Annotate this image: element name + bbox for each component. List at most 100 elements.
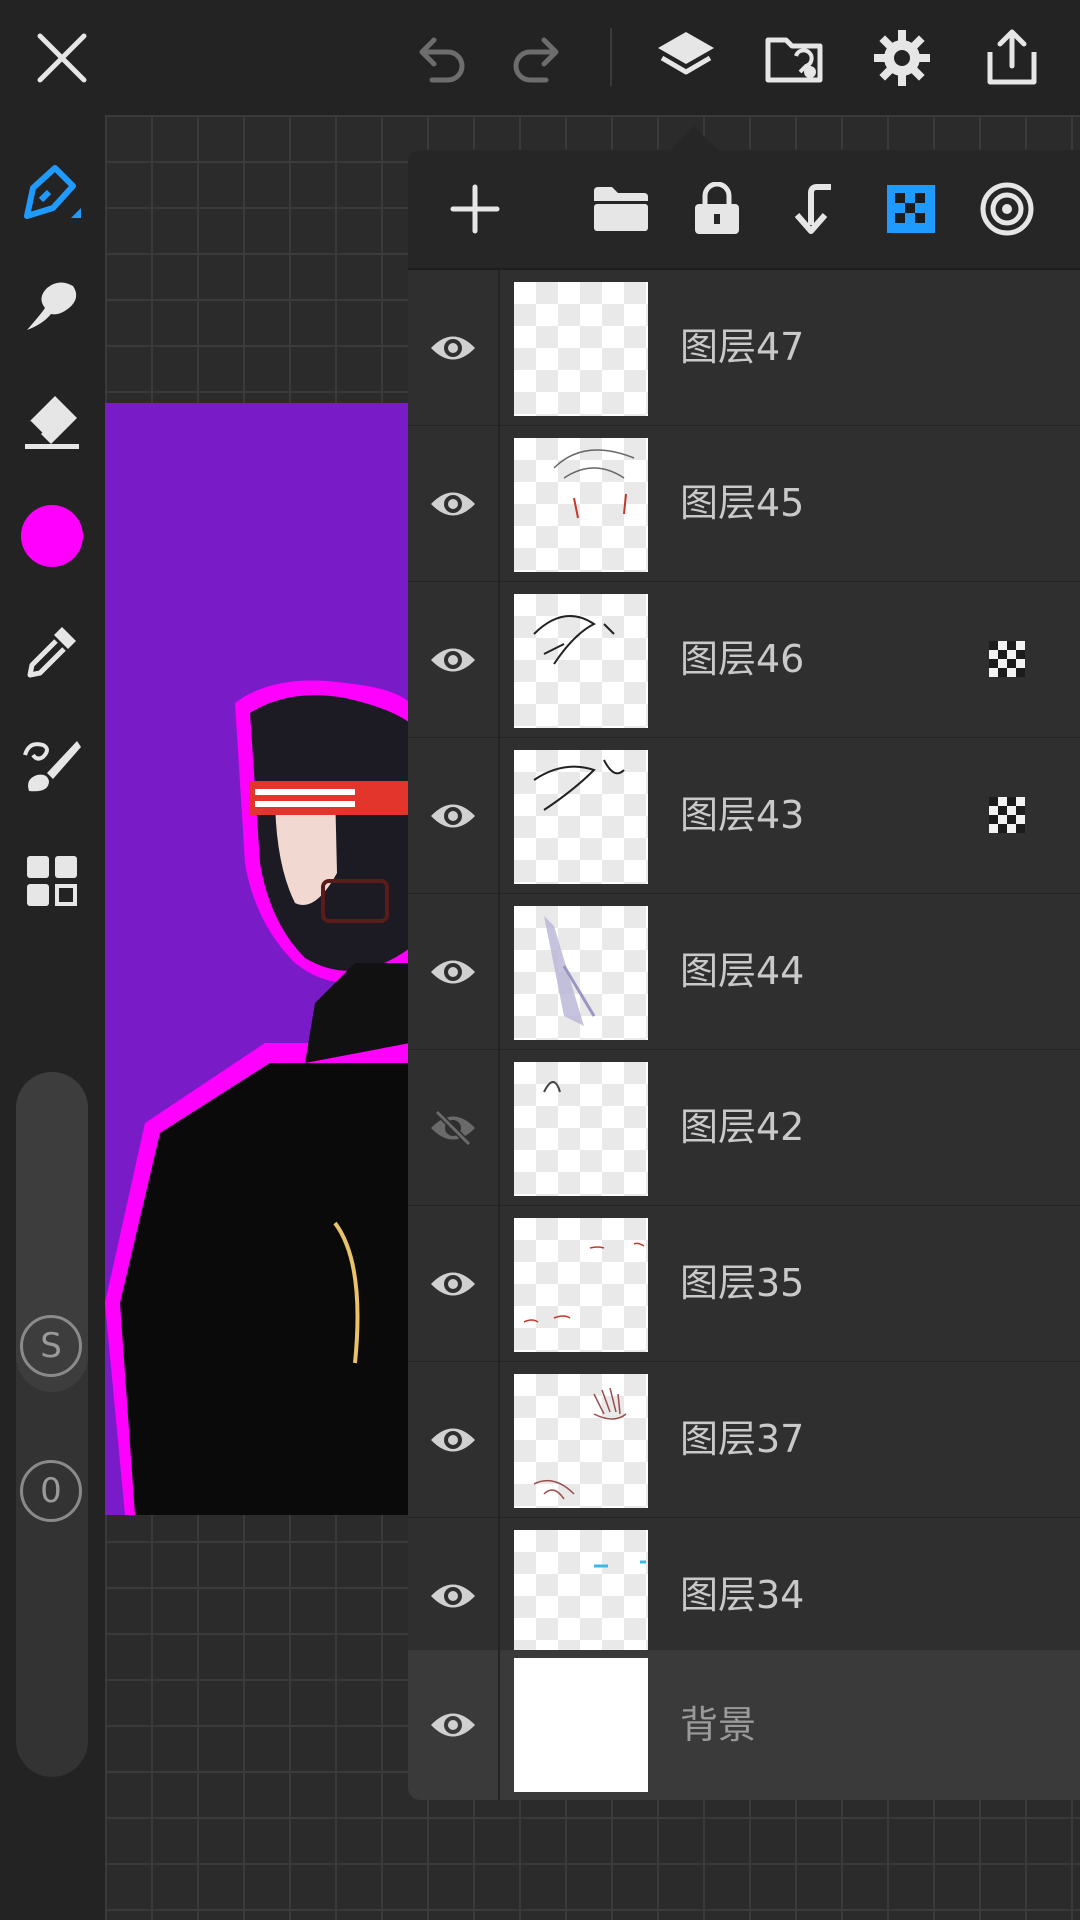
layer-row[interactable]: 图层46 [408,582,1080,739]
top-bar [0,0,1080,115]
visibility-toggle[interactable] [408,1362,500,1517]
new-folder-button[interactable] [584,172,658,246]
layer-name: 图层42 [680,1105,805,1149]
layers-panel: 图层47 图层45 图层46 图层43 图层44 图层42 图层35 图层37 … [408,150,1080,1800]
alpha-lock-badge-icon [989,641,1025,677]
eye-icon [431,648,475,671]
layer-thumbnail [514,1062,648,1196]
eye-hidden-icon [431,1109,475,1146]
brush-settings-tool-button[interactable] [14,728,90,804]
eye-icon [431,492,475,515]
close-icon [37,33,87,83]
layer-thumbnail [514,594,648,728]
settings-button[interactable] [864,20,940,96]
layer-thumbnail [514,282,648,416]
layer-thumbnail [514,438,648,572]
artwork-canvas[interactable] [105,403,410,1515]
undo-button[interactable] [402,20,478,96]
layers-panel-pointer [670,126,718,150]
smudge-tool-button[interactable] [14,267,90,343]
share-icon [987,29,1037,85]
character-artwork [105,680,410,1515]
layer-sketch [544,916,596,1026]
layer-thumbnail [514,1374,648,1508]
close-button[interactable] [24,20,100,96]
lock-icon [695,182,739,234]
layer-sketch [533,615,615,665]
layer-row[interactable]: 图层45 [408,426,1080,583]
eye-icon [431,1272,475,1295]
add-layer-button[interactable] [438,172,512,246]
visibility-toggle[interactable] [408,582,500,737]
alpha-lock-badge-icon [989,797,1025,833]
redo-button[interactable] [500,20,576,96]
toolbar-divider [610,28,612,86]
layer-row[interactable]: 图层35 [408,1206,1080,1363]
gallery-tool-button[interactable] [14,843,90,919]
folder-icon [594,187,648,231]
share-button[interactable] [974,20,1050,96]
layer-sketch [533,759,625,811]
layer-thumbnail [514,906,648,1040]
visibility-toggle[interactable] [408,1206,500,1361]
blend-icon [980,182,1034,236]
color-swatch-button[interactable] [14,498,90,574]
add-layer-icon [450,184,500,234]
visibility-toggle[interactable] [408,270,500,425]
blend-mode-button[interactable] [970,172,1044,246]
layer-name: 图层37 [680,1417,805,1461]
eye-icon [431,1584,475,1607]
transparency-lock-button[interactable] [874,172,948,246]
layer-row[interactable]: 图层47 [408,270,1080,427]
layer-name: 图层44 [680,949,805,993]
layer-name: 图层46 [680,637,805,681]
visibility-toggle[interactable] [408,738,500,893]
brush-size-indicator[interactable]: S [20,1315,82,1377]
transparency-lock-icon [887,185,935,233]
import-icon [765,37,823,83]
eye-icon [431,960,475,983]
lock-layer-button[interactable] [680,172,754,246]
layer-row[interactable]: 图层44 [408,894,1080,1051]
layer-sketch [523,1242,645,1323]
merge-down-button[interactable] [776,172,850,246]
layer-sketch [533,1387,627,1500]
brush-opacity-indicator[interactable]: 0 [20,1460,82,1522]
layer-name: 图层47 [680,325,805,369]
eye-icon [431,336,475,359]
brush-settings-icon [23,741,81,792]
layer-name: 图层43 [680,793,805,837]
layer-thumbnail [514,1218,648,1352]
eraser-tool-button[interactable] [14,383,90,459]
pen-icon [24,165,81,219]
layer-row[interactable]: 图层42 [408,1050,1080,1207]
redo-icon [513,37,559,83]
layer-row-selected[interactable]: 背景 [408,1650,1080,1800]
layer-thumbnail [514,750,648,884]
grid-icon [27,856,77,906]
visibility-toggle[interactable] [408,426,500,581]
layers-panel-toolbar [408,150,1080,270]
undo-icon [419,37,465,83]
visibility-toggle[interactable] [408,1050,500,1205]
layer-sketch [553,449,635,519]
smudge-icon [27,282,77,330]
merge-down-icon [794,184,831,234]
eyedropper-tool-button[interactable] [14,613,90,689]
import-button[interactable] [756,20,832,96]
visibility-toggle[interactable] [408,894,500,1049]
visibility-toggle[interactable] [408,1650,500,1800]
layer-row[interactable]: 图层37 [408,1362,1080,1519]
eraser-icon [25,396,79,449]
layer-row[interactable]: 图层43 [408,738,1080,895]
layer-thumbnail [514,1658,648,1792]
eye-icon [431,1428,475,1451]
layers-icon [658,32,714,75]
layers-button[interactable] [648,20,724,96]
pen-tool-button[interactable] [14,155,90,231]
eyedropper-icon [27,627,76,678]
eye-icon [431,1713,475,1737]
layer-name: 图层35 [680,1261,805,1305]
layer-name: 背景 [680,1703,757,1747]
layer-name: 图层45 [680,481,805,525]
